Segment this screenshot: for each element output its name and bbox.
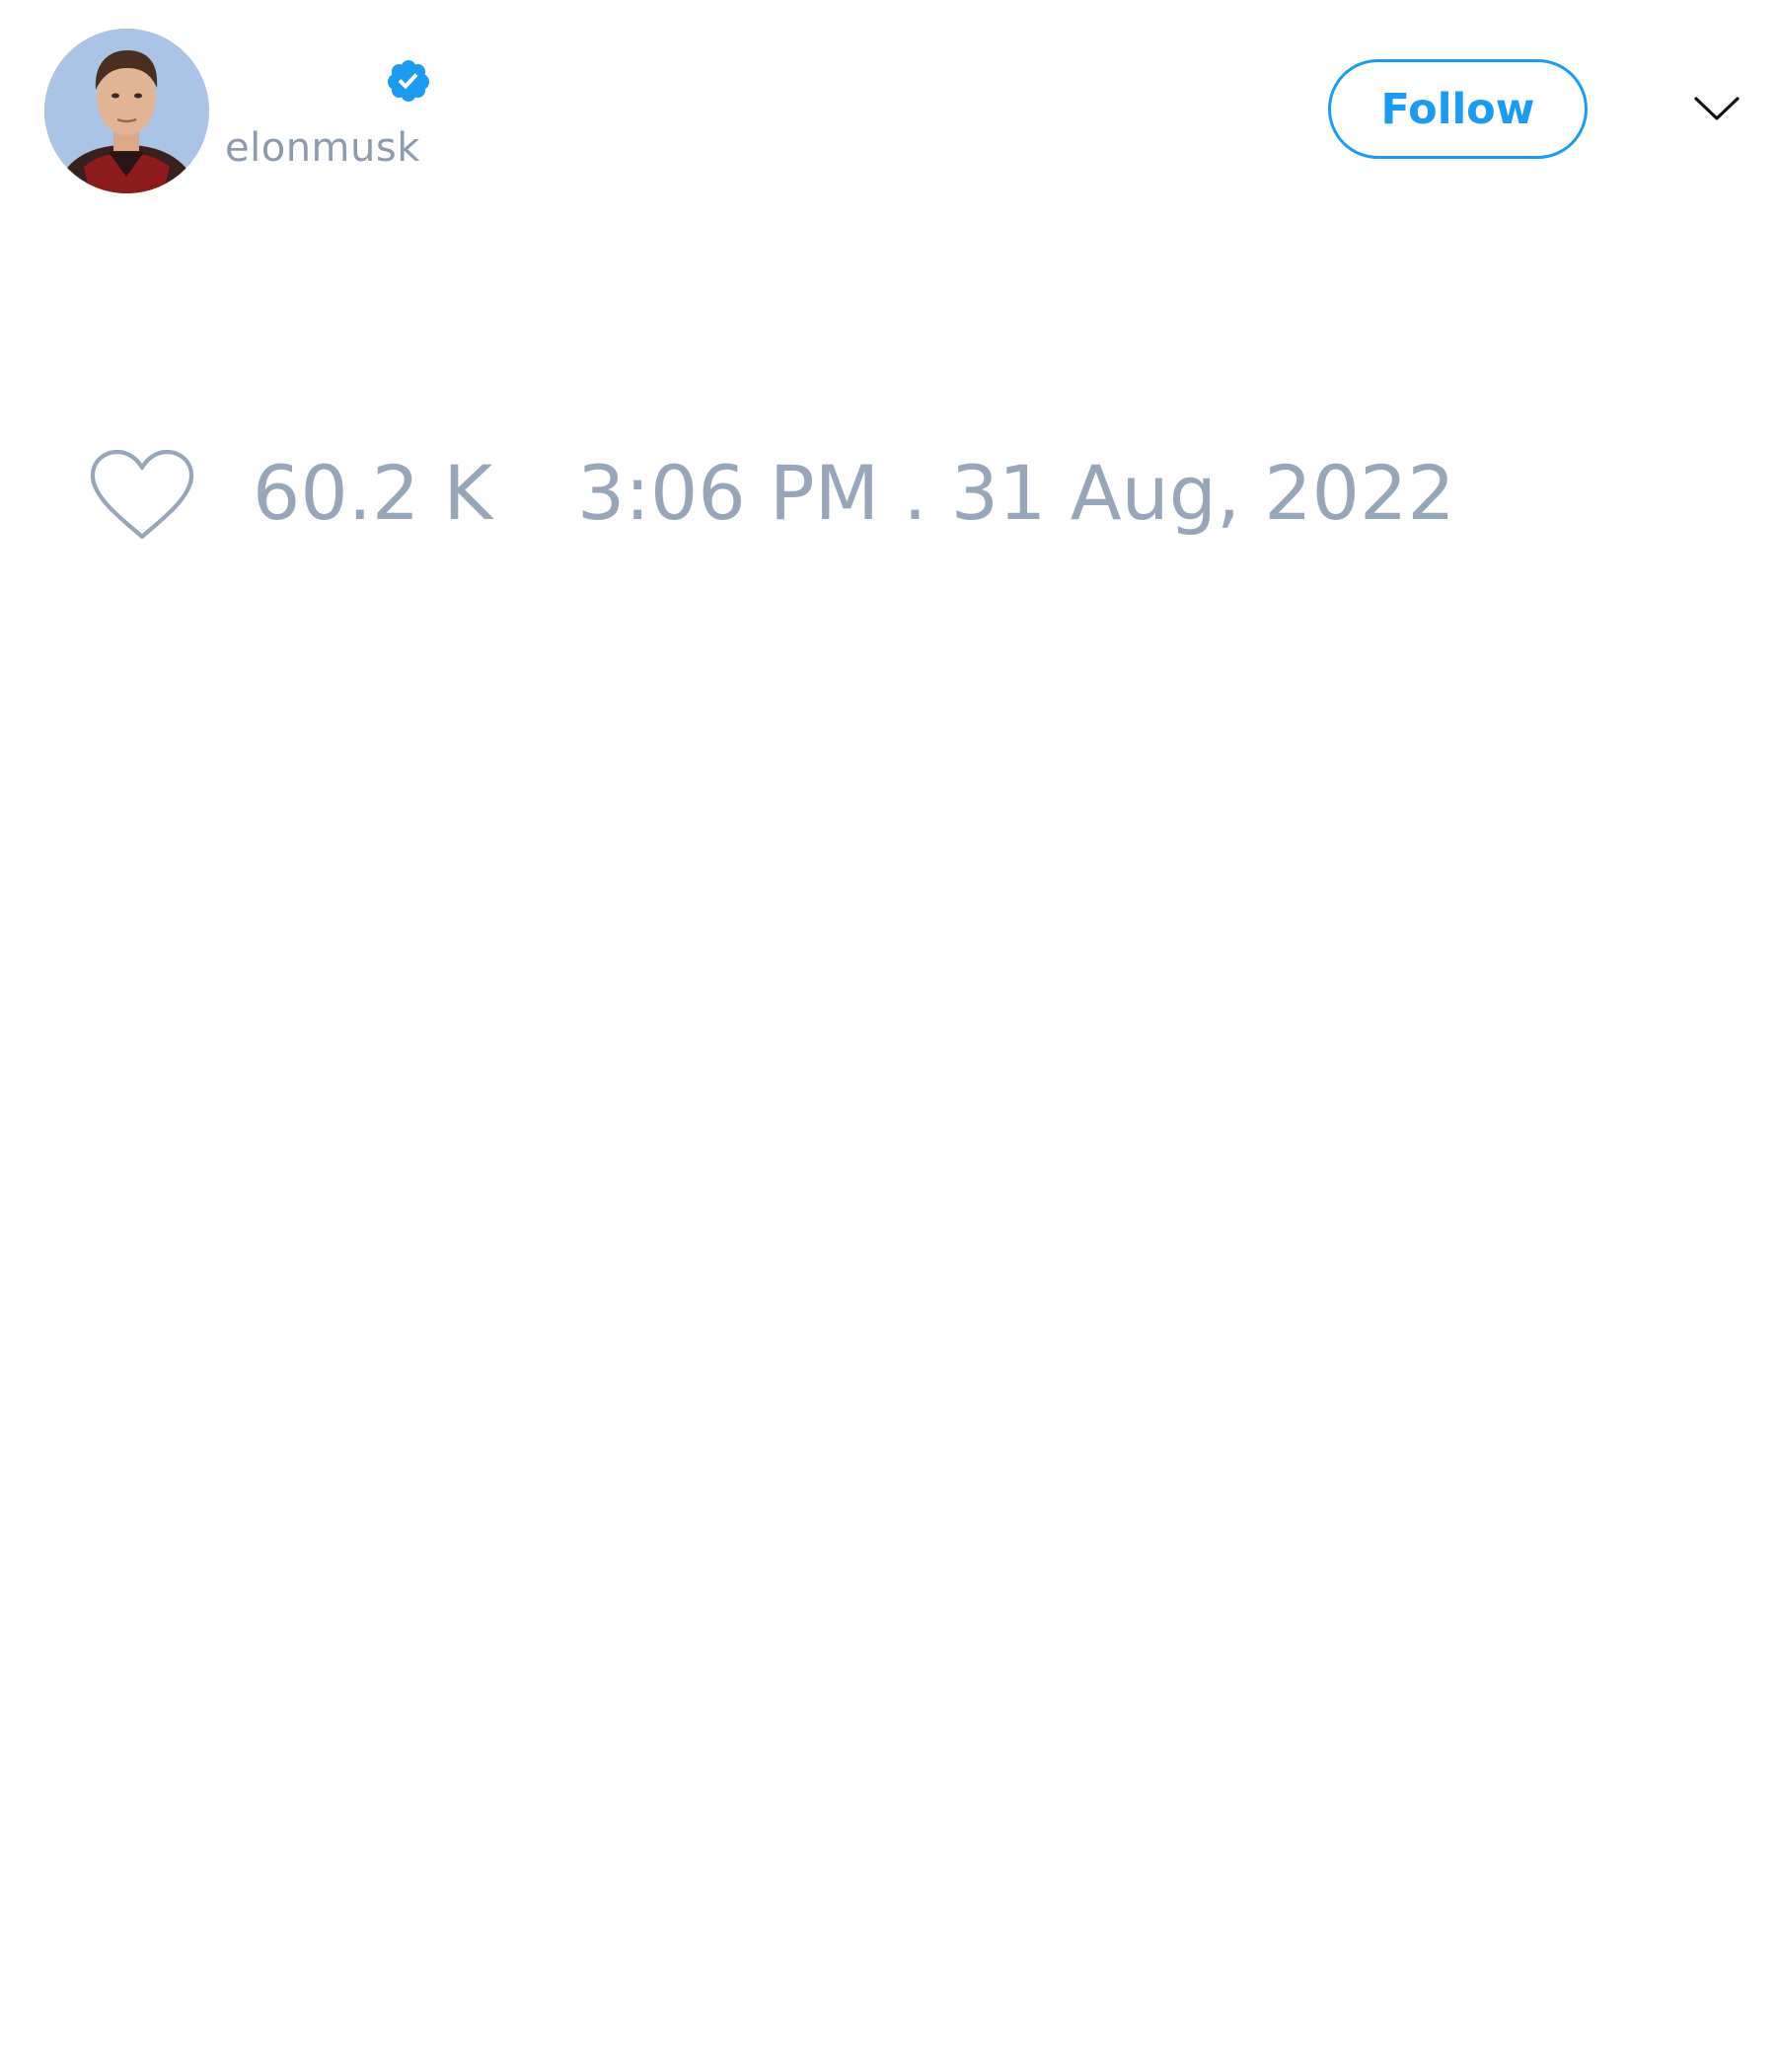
follow-button[interactable]: Follow xyxy=(1328,59,1588,159)
avatar[interactable] xyxy=(44,29,209,193)
tweet-header: elonmusk Follow xyxy=(0,0,1776,217)
chevron-down-icon[interactable] xyxy=(1693,93,1740,124)
verified-badge-icon xyxy=(387,60,429,102)
like-count: 60.2 K xyxy=(253,449,493,537)
heart-icon[interactable] xyxy=(89,448,195,543)
profile-photo xyxy=(44,29,209,193)
tweet-footer: 60.2 K 3:06 PM . 31 Aug, 2022 xyxy=(0,424,1776,562)
author-handle[interactable]: elonmusk xyxy=(225,125,420,171)
tweet-timestamp[interactable]: 3:06 PM . 31 Aug, 2022 xyxy=(577,452,1455,535)
